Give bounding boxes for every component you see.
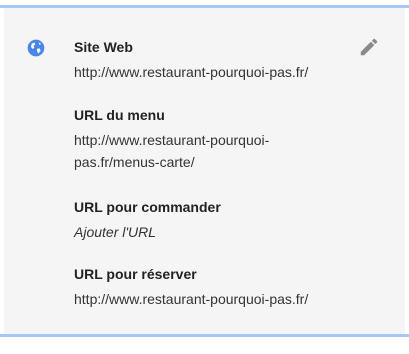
website-url[interactable]: http://www.restaurant-pourquoi-pas.fr/	[74, 61, 374, 83]
add-order-url-link[interactable]: Ajouter l'URL	[74, 221, 374, 243]
reserve-url-value[interactable]: http://www.restaurant-pourquoi-pas.fr/	[74, 288, 374, 310]
reserve-url-section: URL pour réserver http://www.restaurant-…	[74, 265, 374, 310]
reserve-url-label: URL pour réserver	[74, 266, 197, 282]
bottom-divider	[0, 334, 409, 337]
order-url-label: URL pour commander	[74, 199, 221, 215]
website-section: Site Web http://www.restaurant-pourquoi-…	[74, 38, 374, 83]
globe-icon	[27, 39, 45, 57]
website-label: Site Web	[74, 39, 133, 55]
menu-url-value[interactable]: http://www.restaurant-pourquoi- pas.fr/m…	[74, 129, 374, 173]
menu-url-line-1: http://www.restaurant-pourquoi-	[74, 132, 270, 148]
menu-url-label: URL du menu	[74, 107, 165, 123]
menu-url-section: URL du menu http://www.restaurant-pourqu…	[74, 106, 374, 173]
order-url-section: URL pour commander Ajouter l'URL	[74, 198, 374, 243]
menu-url-line-2: pas.fr/menus-carte/	[74, 154, 195, 170]
